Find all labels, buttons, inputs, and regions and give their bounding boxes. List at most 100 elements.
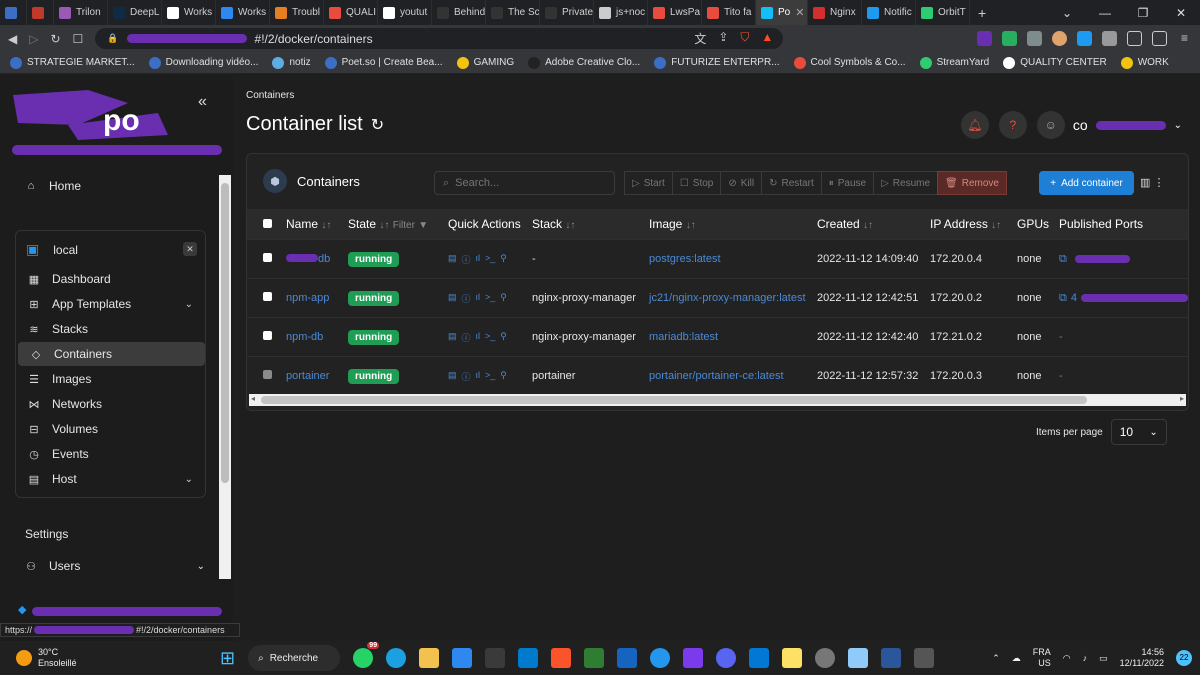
- settings-icon[interactable]: [815, 648, 836, 668]
- restore-icon[interactable]: ❐: [1124, 6, 1162, 20]
- browser-tab[interactable]: OrbitT: [916, 0, 970, 25]
- wallet-icon[interactable]: [1152, 31, 1167, 46]
- search-input[interactable]: [455, 177, 596, 189]
- browser-tab[interactable]: The Sc: [486, 0, 540, 25]
- clock[interactable]: 14:56 12/11/2022: [1120, 647, 1164, 669]
- breadcrumb[interactable]: Containers: [246, 90, 294, 101]
- minimize-icon[interactable]: —: [1086, 6, 1124, 20]
- container-name-link[interactable]: npm-app: [286, 292, 329, 304]
- chevron-up-icon[interactable]: ⌃: [992, 653, 1000, 664]
- attach-icon[interactable]: ⚲: [500, 292, 507, 305]
- sidebar-item-stacks[interactable]: ≋ Stacks: [16, 317, 205, 341]
- published-ports[interactable]: ⧉ 4: [1059, 292, 1188, 305]
- inspect-icon[interactable]: ⓘ: [462, 331, 471, 344]
- attach-icon[interactable]: ⚲: [500, 370, 507, 383]
- stats-icon[interactable]: ıl: [476, 331, 481, 344]
- reload-icon[interactable]: ↻: [50, 32, 60, 46]
- column-name[interactable]: Name ↓↑: [286, 217, 348, 231]
- restart-button[interactable]: ↻ Restart: [761, 171, 822, 195]
- start-button[interactable]: ▷ Start: [624, 171, 673, 195]
- docker-icon[interactable]: [650, 648, 671, 668]
- file-explorer-icon[interactable]: [419, 648, 440, 668]
- bookmark-item[interactable]: Cool Symbols & Co...: [793, 56, 906, 69]
- remove-button[interactable]: 🗑︎ Remove: [937, 171, 1007, 195]
- bookmark-item[interactable]: Adobe Creative Clo...: [528, 56, 640, 69]
- add-container-button[interactable]: + Add container: [1039, 171, 1134, 195]
- whatsapp-icon[interactable]: 99: [353, 642, 380, 668]
- obsidian-icon[interactable]: [683, 648, 704, 668]
- browser-tab[interactable]: [27, 0, 54, 25]
- sidebar-item-networks[interactable]: ⋈ Networks: [16, 392, 205, 416]
- extension-icon[interactable]: [977, 31, 992, 46]
- select-all-checkbox[interactable]: [263, 219, 272, 228]
- browser-tab[interactable]: youtut: [378, 0, 432, 25]
- sidebar-item-dashboard[interactable]: ▦ Dashboard: [16, 267, 205, 291]
- refresh-icon[interactable]: ↻: [371, 115, 384, 135]
- column-created[interactable]: Created ↓↑: [817, 217, 930, 231]
- bookmark-item[interactable]: Downloading vidéo...: [148, 56, 258, 69]
- logs-icon[interactable]: ▤: [448, 292, 457, 305]
- inspect-icon[interactable]: ⓘ: [462, 370, 471, 383]
- windows-start-icon[interactable]: ⊞: [220, 648, 235, 669]
- translate-icon[interactable]: 文: [694, 30, 706, 47]
- container-name-link[interactable]: db: [286, 253, 330, 265]
- help-icon[interactable]: ?: [998, 111, 1027, 139]
- menu-icon[interactable]: ≡: [1177, 31, 1192, 46]
- browser-tab[interactable]: Po ✕: [756, 0, 808, 25]
- browser-tab[interactable]: DeepL: [108, 0, 162, 25]
- sidebar-item-volumes[interactable]: ⊟ Volumes: [16, 417, 205, 441]
- browser-tab[interactable]: Notific: [862, 0, 916, 25]
- sidebar-item-users[interactable]: ⚇ Users ⌄: [25, 559, 205, 573]
- browser-tab[interactable]: [0, 0, 27, 25]
- browser-tab[interactable]: QUALI: [324, 0, 378, 25]
- column-stack[interactable]: Stack ↓↑: [532, 217, 649, 231]
- discord-icon[interactable]: [716, 648, 737, 668]
- inspect-icon[interactable]: ⓘ: [462, 292, 471, 305]
- logs-icon[interactable]: ▤: [448, 253, 457, 266]
- onedrive-icon[interactable]: ☁: [1012, 653, 1021, 664]
- extension-icon[interactable]: [1052, 31, 1067, 46]
- extension-icon[interactable]: [1077, 31, 1092, 46]
- mail-icon[interactable]: [452, 648, 473, 668]
- bookmark-item[interactable]: GAMING: [456, 56, 514, 69]
- table-horizontal-scrollbar[interactable]: ◂ ▸: [249, 394, 1186, 406]
- language-indicator[interactable]: FRA US: [1033, 647, 1051, 669]
- brave-icon[interactable]: [551, 648, 572, 668]
- logs-icon[interactable]: ▤: [448, 331, 457, 344]
- wifi-icon[interactable]: ◠: [1063, 653, 1071, 664]
- sidebar-scrollbar[interactable]: [219, 175, 231, 579]
- sidebar-item-app-templates[interactable]: ⊞ App Templates ⌄: [16, 292, 205, 316]
- stop-button[interactable]: ☐ Stop: [671, 171, 722, 195]
- console-icon[interactable]: >_: [485, 292, 495, 305]
- column-image[interactable]: Image ↓↑: [649, 217, 817, 231]
- row-checkbox[interactable]: [263, 253, 272, 262]
- browser-tab[interactable]: Behind: [432, 0, 486, 25]
- sidebar-item-images[interactable]: ☰ Images: [16, 367, 205, 391]
- sidebar-item-home[interactable]: ⌂ Home: [25, 179, 81, 193]
- stats-icon[interactable]: ıl: [476, 370, 481, 383]
- browser-tab[interactable]: LwsPa: [648, 0, 702, 25]
- bookmark-item[interactable]: Poet.so | Create Bea...: [324, 56, 443, 69]
- browser-tab[interactable]: Trilon: [54, 0, 108, 25]
- bookmark-item[interactable]: FUTURIZE ENTERPR...: [654, 56, 780, 69]
- brave-rewards-icon[interactable]: ▲: [761, 30, 773, 47]
- close-tab-icon[interactable]: ✕: [795, 6, 804, 19]
- word-icon[interactable]: [881, 648, 902, 668]
- container-name-link[interactable]: npm-db: [286, 331, 323, 343]
- browser-tab[interactable]: js+noc: [594, 0, 648, 25]
- sticky-notes-icon[interactable]: [782, 648, 803, 668]
- calculator-icon[interactable]: [914, 648, 935, 668]
- terminal-icon[interactable]: [485, 648, 506, 668]
- pause-button[interactable]: ⏸ Pause: [820, 171, 875, 195]
- user-menu[interactable]: ☺ co ⌄: [1036, 111, 1182, 139]
- sidebar-item-events[interactable]: ◷ Events: [16, 442, 205, 466]
- console-icon[interactable]: >_: [485, 331, 495, 344]
- browser-tab[interactable]: Nginx: [808, 0, 862, 25]
- collapse-sidebar-icon[interactable]: «: [198, 93, 207, 111]
- share-icon[interactable]: ⇪: [718, 30, 728, 47]
- close-environment-icon[interactable]: ✕: [183, 242, 197, 256]
- battery-icon[interactable]: ▭: [1099, 653, 1108, 664]
- attach-icon[interactable]: ⚲: [500, 253, 507, 266]
- bookmark-item[interactable]: notiz: [272, 56, 311, 69]
- new-tab-button[interactable]: +: [970, 5, 994, 21]
